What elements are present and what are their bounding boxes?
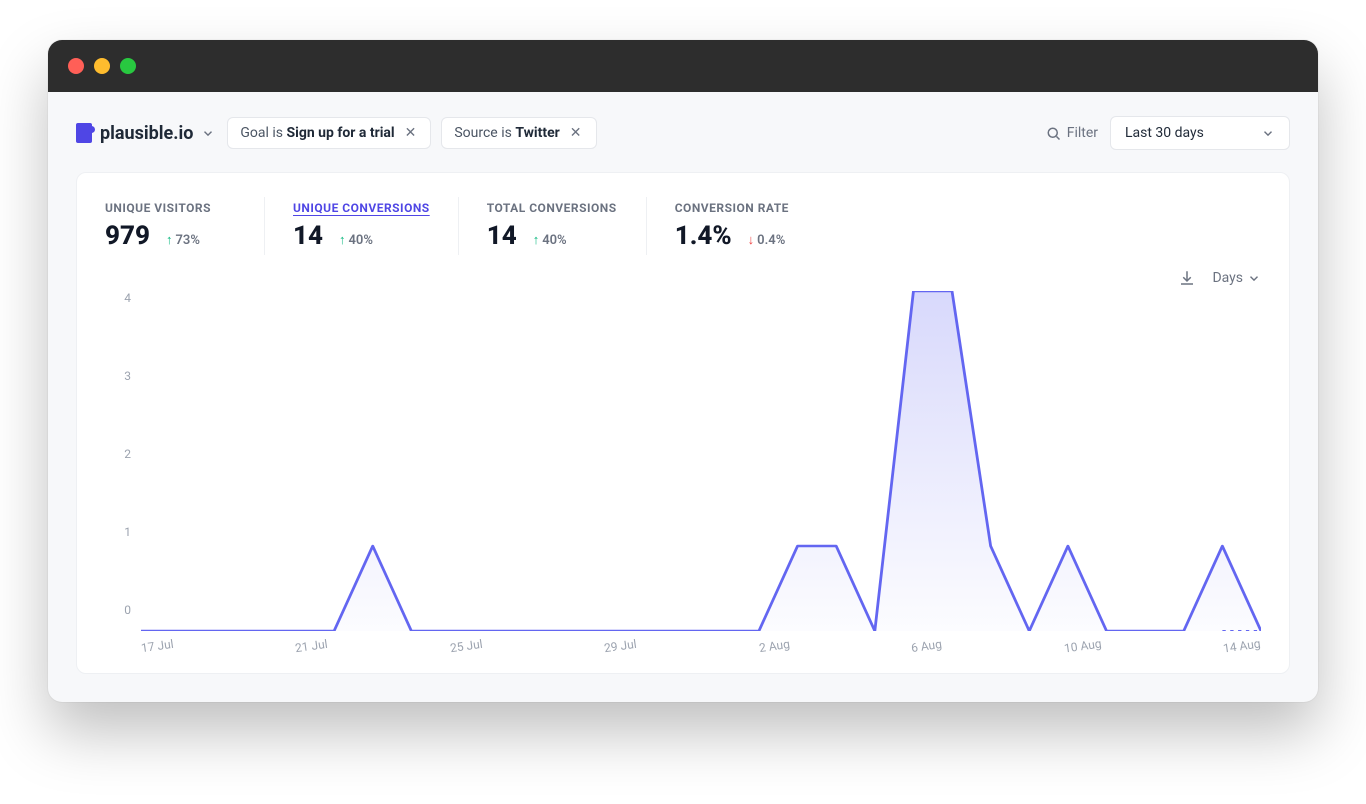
y-tick-label: 0 <box>124 603 131 617</box>
y-axis: 4 3 2 1 0 <box>105 291 137 617</box>
app-window: plausible.io Goal is Sign up for a trial… <box>48 40 1318 702</box>
stat-tile[interactable]: TOTAL CONVERSIONS 14 ↑40% <box>487 197 647 255</box>
chart-svg <box>141 291 1261 631</box>
filter-chip-text: Source is Twitter <box>454 125 559 141</box>
stat-tile[interactable]: CONVERSION RATE 1.4% ↓0.4% <box>675 197 835 255</box>
stat-delta: ↑73% <box>166 232 200 248</box>
stat-delta-value: 40% <box>542 233 566 248</box>
filter-chip-text: Goal is Sign up for a trial <box>240 125 394 141</box>
arrow-up-icon: ↑ <box>166 232 173 248</box>
dashboard-content: plausible.io Goal is Sign up for a trial… <box>48 92 1318 702</box>
y-tick-label: 4 <box>124 291 131 305</box>
stat-label: TOTAL CONVERSIONS <box>487 201 618 215</box>
site-selector[interactable]: plausible.io <box>76 123 215 144</box>
x-tick-label: 6 Aug <box>911 637 943 655</box>
main-card: UNIQUE VISITORS979↑73%UNIQUE CONVERSIONS… <box>76 172 1290 674</box>
chevron-down-icon <box>1247 271 1261 285</box>
arrow-down-icon: ↓ <box>748 232 755 248</box>
topbar: plausible.io Goal is Sign up for a trial… <box>76 116 1290 150</box>
x-tick-label: 2 Aug <box>758 637 790 655</box>
stat-label: UNIQUE CONVERSIONS <box>293 201 430 215</box>
filter-chips: Goal is Sign up for a trial✕Source is Tw… <box>227 117 596 149</box>
stat-delta: ↓0.4% <box>748 232 786 248</box>
stat-value: 14 <box>487 221 517 251</box>
chevron-down-icon <box>201 126 215 140</box>
stat-delta: ↑40% <box>339 232 373 248</box>
stat-label: UNIQUE VISITORS <box>105 201 236 215</box>
stat-tile[interactable]: UNIQUE VISITORS 979 ↑73% <box>105 197 265 255</box>
y-tick-label: 2 <box>124 447 131 461</box>
stat-value: 979 <box>105 221 150 251</box>
remove-filter-button[interactable]: ✕ <box>403 125 419 141</box>
download-button[interactable] <box>1178 269 1196 287</box>
window-titlebar <box>48 40 1318 92</box>
arrow-up-icon: ↑ <box>533 232 540 248</box>
date-range-label: Last 30 days <box>1125 125 1204 141</box>
x-tick-label: 10 Aug <box>1063 636 1102 655</box>
y-tick-label: 1 <box>124 525 131 539</box>
maximize-window-button[interactable] <box>120 58 136 74</box>
stat-tile[interactable]: UNIQUE CONVERSIONS 14 ↑40% <box>293 197 459 255</box>
stat-delta-value: 73% <box>175 233 199 248</box>
add-filter-button[interactable]: Filter <box>1046 125 1098 141</box>
stat-label: CONVERSION RATE <box>675 201 807 215</box>
x-tick-label: 29 Jul <box>603 637 637 655</box>
x-tick-label: 25 Jul <box>449 637 483 655</box>
x-tick-label: 21 Jul <box>295 637 329 655</box>
chart-toolbar: Days <box>105 269 1261 287</box>
x-tick-label: 14 Aug <box>1223 636 1262 655</box>
interval-label: Days <box>1212 270 1243 286</box>
chevron-down-icon <box>1261 126 1275 140</box>
stat-delta-value: 0.4% <box>757 233 785 248</box>
stat-delta-value: 40% <box>349 233 373 248</box>
y-tick-label: 3 <box>124 369 131 383</box>
close-window-button[interactable] <box>68 58 84 74</box>
date-range-selector[interactable]: Last 30 days <box>1110 116 1290 150</box>
chart: 4 3 2 1 0 17 Jul 21 Jul 25 Jul 29 Jul 2 Aug 6 Aug… <box>105 291 1261 653</box>
stat-delta: ↑40% <box>533 232 567 248</box>
minimize-window-button[interactable] <box>94 58 110 74</box>
arrow-up-icon: ↑ <box>339 232 346 248</box>
download-icon <box>1178 269 1196 287</box>
chart-plot <box>141 291 1261 631</box>
stat-value: 1.4% <box>675 221 732 251</box>
interval-selector[interactable]: Days <box>1212 270 1261 286</box>
filter-chip[interactable]: Goal is Sign up for a trial ✕ <box>227 117 431 149</box>
filter-label: Filter <box>1067 125 1098 141</box>
x-tick-label: 17 Jul <box>140 637 174 655</box>
site-name: plausible.io <box>100 123 193 144</box>
stats-row: UNIQUE VISITORS979↑73%UNIQUE CONVERSIONS… <box>105 197 1261 255</box>
remove-filter-button[interactable]: ✕ <box>568 125 584 141</box>
x-axis: 17 Jul 21 Jul 25 Jul 29 Jul 2 Aug 6 Aug 10 Aug… <box>140 639 1262 653</box>
filter-chip[interactable]: Source is Twitter ✕ <box>441 117 596 149</box>
stat-value: 14 <box>293 221 323 251</box>
search-icon <box>1046 126 1061 141</box>
logo-icon <box>76 123 92 143</box>
